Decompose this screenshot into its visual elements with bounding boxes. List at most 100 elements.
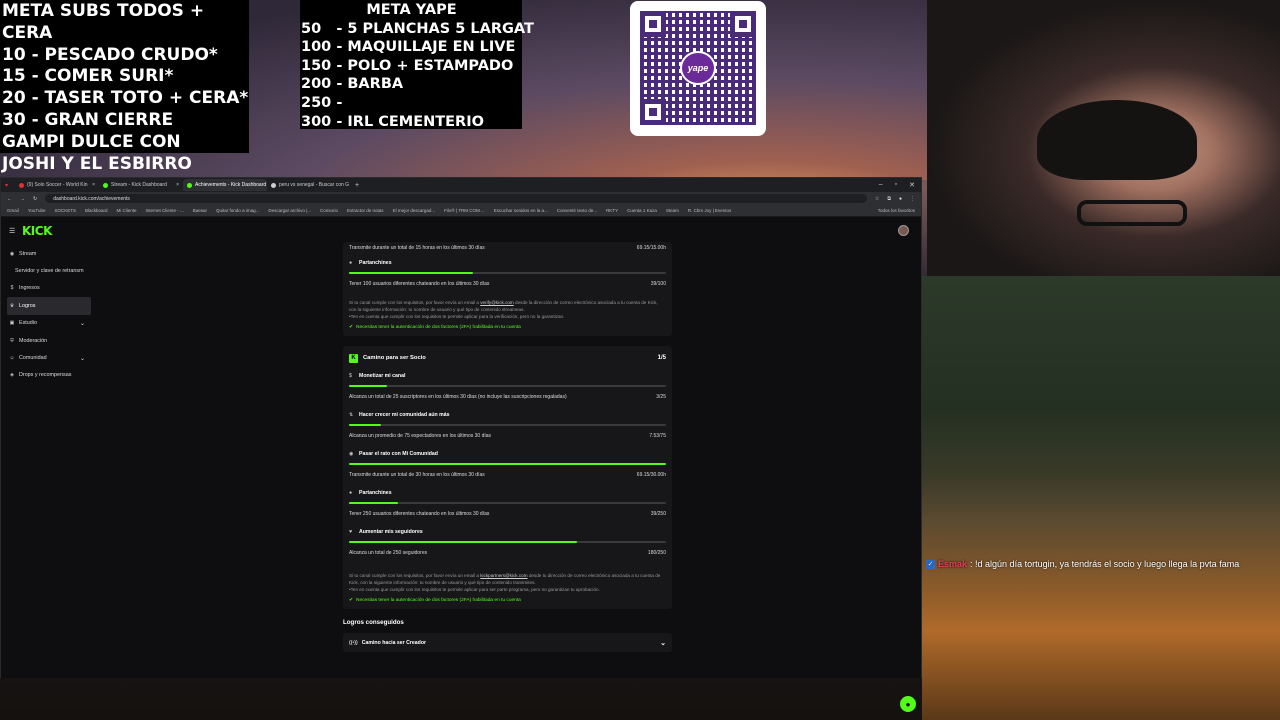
- kick-logo[interactable]: KICK: [22, 224, 52, 238]
- browser-tab[interactable]: Stream - Kick Dashboard ×: [99, 179, 183, 191]
- bookmark-item[interactable]: Quitar fondo a imag...: [216, 208, 259, 213]
- tab-close-icon[interactable]: ×: [176, 182, 179, 188]
- task-desc: Alcanza un promedio de 75 espectadores e…: [349, 433, 492, 439]
- verify-email-link[interactable]: verify@kick.com: [480, 300, 514, 305]
- reload-icon[interactable]: ↻: [33, 196, 37, 202]
- maximize-icon[interactable]: ▫: [895, 181, 897, 189]
- partner-disclaimer: •Ten en cuenta que cumplir con los requi…: [349, 587, 600, 592]
- new-tab-button[interactable]: +: [351, 182, 363, 189]
- bookmark-item[interactable]: El mejor descargad...: [393, 208, 436, 213]
- task-row: Alcanza un total de 25 suscriptores en l…: [349, 393, 666, 401]
- partner-task: ◉ Pasar el rato con Mi Comunidad Transmite…: [349, 449, 666, 479]
- bookmark-item[interactable]: Todos los favoritos: [878, 208, 915, 213]
- trophy-icon: ♛: [9, 302, 15, 309]
- subs-goal-line: META SUBS TODOS + CERA: [2, 1, 205, 43]
- tab-close-icon[interactable]: ×: [92, 182, 95, 188]
- bookmark-item[interactable]: YouTube: [28, 208, 46, 213]
- tab-label: Stream - Kick Dashboard: [111, 182, 167, 188]
- sidebar: ◉ Stream Servidor y clave de retransm $ Ingr…: [7, 245, 91, 384]
- star-icon[interactable]: ☆: [875, 196, 879, 202]
- bookmark-item[interactable]: Escuchar sonidos en la a...: [494, 208, 548, 213]
- qr-finder-icon: [640, 11, 666, 37]
- hamburger-menu-icon[interactable]: ☰: [9, 227, 15, 235]
- sidebar-item[interactable]: ◈ Drops y recompensas: [7, 367, 91, 384]
- bookmark-item[interactable]: RKTY: [606, 208, 618, 213]
- gift-icon: ◈: [10, 372, 14, 379]
- sidebar-item[interactable]: Servidor y clave de retransm: [7, 262, 91, 279]
- sidebar-item[interactable]: ♛ Logros: [7, 297, 91, 315]
- creator-path-row[interactable]: ((•)) Camino hacia ser Creador ⌄: [343, 633, 672, 652]
- sidebar-item-label: Drops y recompensas: [19, 372, 72, 379]
- sidebar-item[interactable]: ▣ Estudio ⌄: [7, 315, 91, 332]
- chevron-down-icon[interactable]: ⌄: [80, 355, 85, 362]
- broadcast-icon: ((•)): [349, 639, 358, 646]
- task-title: ◉ Pasar el rato con Mi Comunidad: [349, 449, 666, 458]
- subs-goal-line: 15 - COMER SURI*: [2, 66, 174, 87]
- menu-icon[interactable]: ⋮: [910, 196, 915, 202]
- bookmark-item[interactable]: Gmail: [7, 208, 19, 213]
- favicon-icon: [271, 182, 276, 188]
- note-text: Si tu canal cumple con los requisitos, p…: [349, 300, 481, 305]
- bookmark-item[interactable]: Blackboard: [85, 208, 108, 213]
- bookmark-item[interactable]: SOCKETS: [54, 208, 76, 213]
- close-icon[interactable]: ✕: [909, 181, 915, 189]
- task-title-label: Pasar el rato con Mi Comunidad: [359, 450, 438, 457]
- profile-icon[interactable]: ●: [899, 196, 902, 202]
- sidebar-item-label: Comunidad: [19, 355, 47, 362]
- favicon-icon: [187, 182, 192, 188]
- heart-icon: ♥: [349, 528, 353, 535]
- partner-note: Si tu canal cumple con los requisitos, p…: [349, 572, 666, 586]
- minimize-icon[interactable]: –: [879, 181, 883, 189]
- sidebar-item-label: Moderación: [19, 337, 48, 344]
- webcam-person: [1037, 100, 1197, 180]
- sidebar-item-label: Servidor y clave de retransm: [15, 268, 84, 275]
- bookmark-item[interactable]: R. Cbrs Joy | Eventos: [688, 208, 731, 213]
- task-title: ♥ Aumentar mis seguidores: [349, 527, 666, 536]
- yape-goal-line: 200 - BARBA: [301, 76, 404, 93]
- task-row: Transmite durante un total de 30 horas e…: [349, 471, 666, 479]
- task-title: ● Partanchines: [349, 258, 666, 267]
- bookmark-item[interactable]: Extractor de notas: [347, 208, 384, 213]
- bookmark-item[interactable]: Descargar archivo |...: [268, 208, 311, 213]
- forward-icon[interactable]: →: [20, 196, 25, 202]
- check-icon: ✔: [349, 325, 354, 330]
- progress-bar: [349, 272, 666, 274]
- bookmark-item[interactable]: Filo® | TRM COM ...: [444, 208, 485, 213]
- chat-username: Esmak: [938, 559, 968, 569]
- browser-tab[interactable]: Achievements - Kick Dashboard×: [183, 179, 267, 191]
- bookmark-item[interactable]: Steam: [666, 208, 679, 213]
- task-value: 69.15/15.00h: [636, 245, 666, 251]
- avatar[interactable]: [898, 225, 909, 236]
- sidebar-item-label: Estudio: [19, 320, 37, 327]
- sidebar-item-label: Logros: [19, 302, 36, 309]
- sidebar-item[interactable]: $ Ingresos: [7, 280, 91, 297]
- partner-email-link[interactable]: kickpartners@kick.com: [480, 573, 527, 578]
- bookmark-item[interactable]: Conventir texto de...: [557, 208, 597, 213]
- browser-tab[interactable]: (9) Solo Soccer - World Kin ×: [15, 179, 99, 191]
- extensions-icon[interactable]: ⧉: [887, 196, 891, 202]
- chevron-down-icon[interactable]: ⌄: [660, 639, 666, 647]
- bookmark-item[interactable]: Internet Cliente - ...: [146, 208, 184, 213]
- bookmark-item[interactable]: Cuenta 1 Kaza: [627, 208, 657, 213]
- task-title: $ Monetizar mi canal: [349, 371, 666, 380]
- bookmark-item[interactable]: Consorio: [320, 208, 338, 213]
- sidebar-item[interactable]: ◉ Stream: [7, 245, 91, 262]
- sidebar-item[interactable]: ⛨ Moderación: [7, 332, 91, 349]
- yape-logo: yape: [680, 51, 716, 85]
- task-title-label: Partanchines: [359, 489, 392, 496]
- chevron-down-icon[interactable]: ⌄: [80, 320, 85, 327]
- broadcast-icon: ◉: [349, 450, 354, 457]
- yape-goal-line: 50 - 5 PLANCHAS 5 LARGAT: [301, 20, 534, 37]
- bookmark-item[interactable]: Mi Cliente: [116, 208, 136, 213]
- bookmark-item[interactable]: Baesar: [193, 208, 207, 213]
- url-input[interactable]: dashboard.kick.com/achievements: [45, 194, 867, 203]
- sidebar-item[interactable]: ☺ Comunidad ⌄: [7, 349, 91, 366]
- browser-tab[interactable]: peru vs senegal - Buscar con G×: [267, 179, 351, 191]
- task-title: ⇅ Hacer crecer mi comunidad aún más: [349, 410, 666, 419]
- tab-bar: ▾ (9) Solo Soccer - World Kin × Stream - K…: [1, 178, 921, 192]
- chat-support-icon[interactable]: ●: [900, 696, 916, 712]
- subs-goal-line: JOSHI Y EL ESBIRRO: [2, 153, 192, 174]
- tab-label: Achievements - Kick Dashboard: [195, 182, 267, 188]
- tab-search-icon[interactable]: ▾: [5, 182, 15, 189]
- back-icon[interactable]: ←: [7, 196, 12, 202]
